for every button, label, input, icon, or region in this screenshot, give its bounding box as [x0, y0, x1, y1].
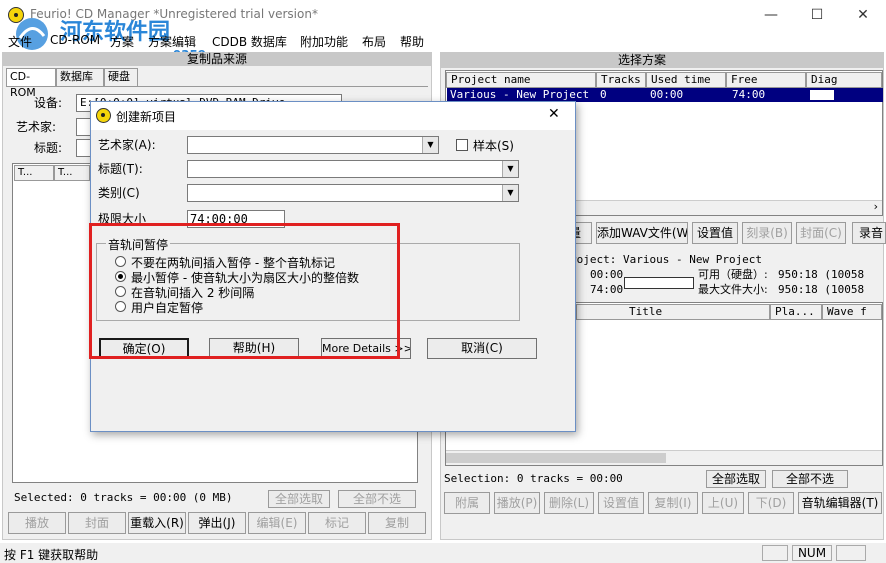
chevron-down-icon[interactable]: ▼ [502, 161, 518, 177]
column-title[interactable]: Title [576, 304, 770, 320]
available-value: 950:18 (10058 [778, 268, 865, 281]
scroll-right-icon[interactable]: › [874, 200, 878, 213]
column-used-time[interactable]: Used time [646, 72, 726, 88]
status-indicator-caps [762, 545, 788, 561]
reload-button[interactable]: 重载入(R) [128, 512, 186, 534]
free-time-info: 74:00 [590, 283, 624, 296]
column-project-name[interactable]: Project name [446, 72, 596, 88]
used-time-info: 00:00 [590, 268, 624, 281]
chevron-down-icon[interactable]: ▼ [502, 185, 518, 201]
max-file-label: 最大文件大小: [698, 283, 768, 296]
dialog-title: 创建新项目 [116, 110, 177, 124]
tab-harddisk[interactable]: 硬盘 [104, 68, 138, 86]
highlight-annotation-box [89, 223, 400, 359]
source-pane-header: 复制品来源 [2, 52, 432, 66]
column-free[interactable]: Free [726, 72, 806, 88]
max-file-value: 950:18 (10058 [778, 283, 865, 296]
burn-button[interactable]: 刻录(B) [742, 222, 792, 244]
menu-extras[interactable]: 附加功能 [300, 33, 348, 50]
menu-layout[interactable]: 布局 [362, 33, 386, 50]
artist-label: 艺术家: [16, 120, 57, 134]
device-label: 设备: [34, 96, 63, 110]
track-copy-button[interactable]: 复制(I) [648, 492, 698, 514]
add-wav-button[interactable]: 添加WAV文件(W) [596, 222, 688, 244]
sampler-checkbox[interactable] [456, 139, 468, 151]
mark-button[interactable]: 标记 [308, 512, 366, 534]
close-button[interactable]: ✕ [840, 0, 886, 30]
menu-project[interactable]: 方案 [110, 33, 134, 50]
project-pane-header: 选择方案 [440, 52, 884, 68]
tab-database[interactable]: 数据库 [56, 68, 104, 86]
sampler-label: 样本(S) [473, 139, 514, 153]
project-row-diag-bar [810, 90, 834, 100]
dialog-title-label: 标题(T): [98, 162, 143, 176]
selection-summary: Selection: 0 tracks = 00:00 [444, 472, 623, 485]
menu-file[interactable]: 文件 [8, 33, 32, 50]
tab-divider [6, 86, 428, 87]
menu-project-edit[interactable]: 方案编辑 [148, 33, 196, 50]
play-button[interactable]: 播放 [8, 512, 66, 534]
dialog-cancel-button[interactable]: 取消(C) [427, 338, 537, 359]
status-indicator-scroll [836, 545, 866, 561]
tab-cdrom[interactable]: CD-ROM [6, 68, 56, 99]
delete-button[interactable]: 删除(L) [544, 492, 594, 514]
move-up-button[interactable]: 上(U) [702, 492, 744, 514]
project-row-used: 00:00 [650, 88, 684, 101]
project-header-label: 选择方案 [618, 53, 667, 67]
available-label: 可用（硬盘）: [698, 268, 768, 281]
select-all-button[interactable]: 全部选取 [268, 490, 330, 508]
dialog-category-label: 类别(C) [98, 186, 140, 200]
menu-help[interactable]: 帮助 [400, 33, 424, 50]
status-bar [0, 543, 886, 563]
maximize-button[interactable]: ☐ [794, 0, 840, 30]
column-diag[interactable]: Diag [806, 72, 882, 88]
minimize-button[interactable]: — [748, 0, 794, 30]
status-num-indicator: NUM [792, 545, 832, 561]
cover-edit-button[interactable]: 封面(C) [796, 222, 846, 244]
project-row-name: Various - New Project [450, 88, 590, 101]
cover-button[interactable]: 封面 [68, 512, 126, 534]
capacity-bar [624, 277, 694, 289]
dialog-artist-combo[interactable]: ▼ [187, 136, 439, 154]
track-settings-button[interactable]: 设置值 [598, 492, 644, 514]
track-editor-button[interactable]: 音轨编辑器(T) [798, 492, 882, 514]
tracks-select-all-button[interactable]: 全部选取 [706, 470, 766, 488]
copy-button[interactable]: 复制 [368, 512, 426, 534]
dialog-artist-label: 艺术家(A): [98, 138, 156, 152]
deselect-all-button[interactable]: 全部不选 [338, 490, 416, 508]
tracks-deselect-all-button[interactable]: 全部不选 [772, 470, 848, 488]
tracks-hscrollbar[interactable] [446, 450, 882, 465]
project-row-free: 74:00 [732, 88, 766, 101]
dialog-title-combo[interactable]: ▼ [187, 160, 519, 178]
menu-cdrom[interactable]: CD-ROM [50, 33, 100, 47]
column-play[interactable]: Pla... [770, 304, 822, 320]
status-help-text: 按 F1 键获取帮助 [4, 548, 99, 562]
edit-button[interactable]: 编辑(E) [248, 512, 306, 534]
scroll-thumb[interactable] [446, 453, 666, 463]
source-header-label: 复制品来源 [187, 52, 248, 66]
column-wave-file[interactable]: Wave f [822, 304, 882, 320]
record-button[interactable]: 录音 [852, 222, 886, 244]
eject-button[interactable]: 弹出(J) [188, 512, 246, 534]
column-header-title[interactable]: T... [54, 165, 90, 181]
move-down-button[interactable]: 下(D) [748, 492, 794, 514]
project-name-info: roject: Various - New Project [570, 253, 763, 266]
column-tracks[interactable]: Tracks [596, 72, 646, 88]
project-row-tracks: 0 [600, 88, 607, 101]
column-header-track[interactable]: T... [14, 165, 54, 181]
chevron-down-icon[interactable]: ▼ [422, 137, 438, 153]
title-label: 标题: [34, 141, 63, 155]
dialog-app-icon [96, 108, 111, 123]
dialog-close-button[interactable]: ✕ [548, 106, 560, 122]
menu-cddb[interactable]: CDDB 数据库 [212, 33, 287, 50]
dialog-category-combo[interactable]: ▼ [187, 184, 519, 202]
track-play-button[interactable]: 播放(P) [494, 492, 540, 514]
attach-button[interactable]: 附属 [444, 492, 490, 514]
settings-button[interactable]: 设置值 [692, 222, 738, 244]
source-selected-summary: Selected: 0 tracks = 00:00 (0 MB) [14, 491, 233, 504]
